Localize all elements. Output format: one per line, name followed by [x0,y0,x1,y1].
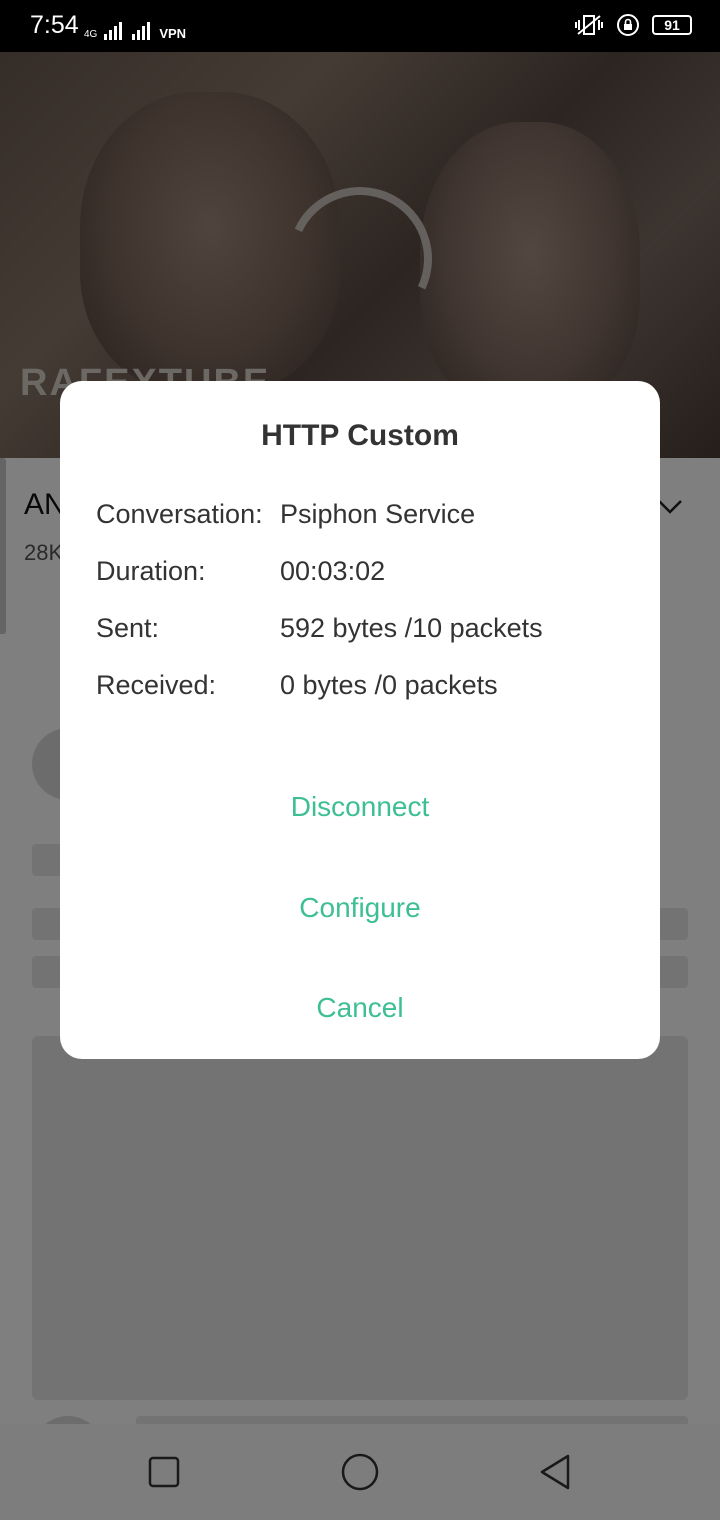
info-value: 592 bytes /10 packets [280,613,543,643]
disconnect-button[interactable]: Disconnect [210,779,510,835]
info-label: Sent: [96,613,160,643]
info-row-sent: Sent: 592 bytes /10 packets [96,613,636,653]
status-left-icons: 4G VPN [84,14,186,40]
cancel-button[interactable]: Cancel [210,980,510,1036]
vibrate-icon [575,15,603,35]
info-value: 0 bytes /0 packets [280,670,498,700]
status-right-icons: 91 [574,12,692,38]
info-label: Duration: [96,556,206,586]
battery-icon: 91 [652,15,692,35]
battery-level: 91 [664,17,680,33]
info-label: Conversation: [96,499,263,529]
vpn-label: VPN [159,26,187,41]
info-row-duration: Duration: 00:03:02 [96,556,636,596]
info-row-received: Received: 0 bytes /0 packets [96,670,636,710]
info-value: 00:03:02 [280,556,386,586]
status-time: 7:54 [30,11,79,39]
network-type-label: 4G [84,29,98,40]
dialog-title: HTTP Custom [261,419,459,452]
configure-button[interactable]: Configure [210,880,510,936]
signal-icon [104,22,123,40]
info-label: Received: [96,670,217,700]
info-value: Psiphon Service [280,499,476,529]
connection-dialog: HTTP Custom Conversation: Psiphon Servic… [60,381,660,1059]
status-bar: 7:54 4G VPN 91 [0,0,720,52]
info-row-conversation: Conversation: Psiphon Service [96,499,636,539]
lock-rotation-icon [617,14,639,36]
signal-icon-2 [132,22,151,40]
